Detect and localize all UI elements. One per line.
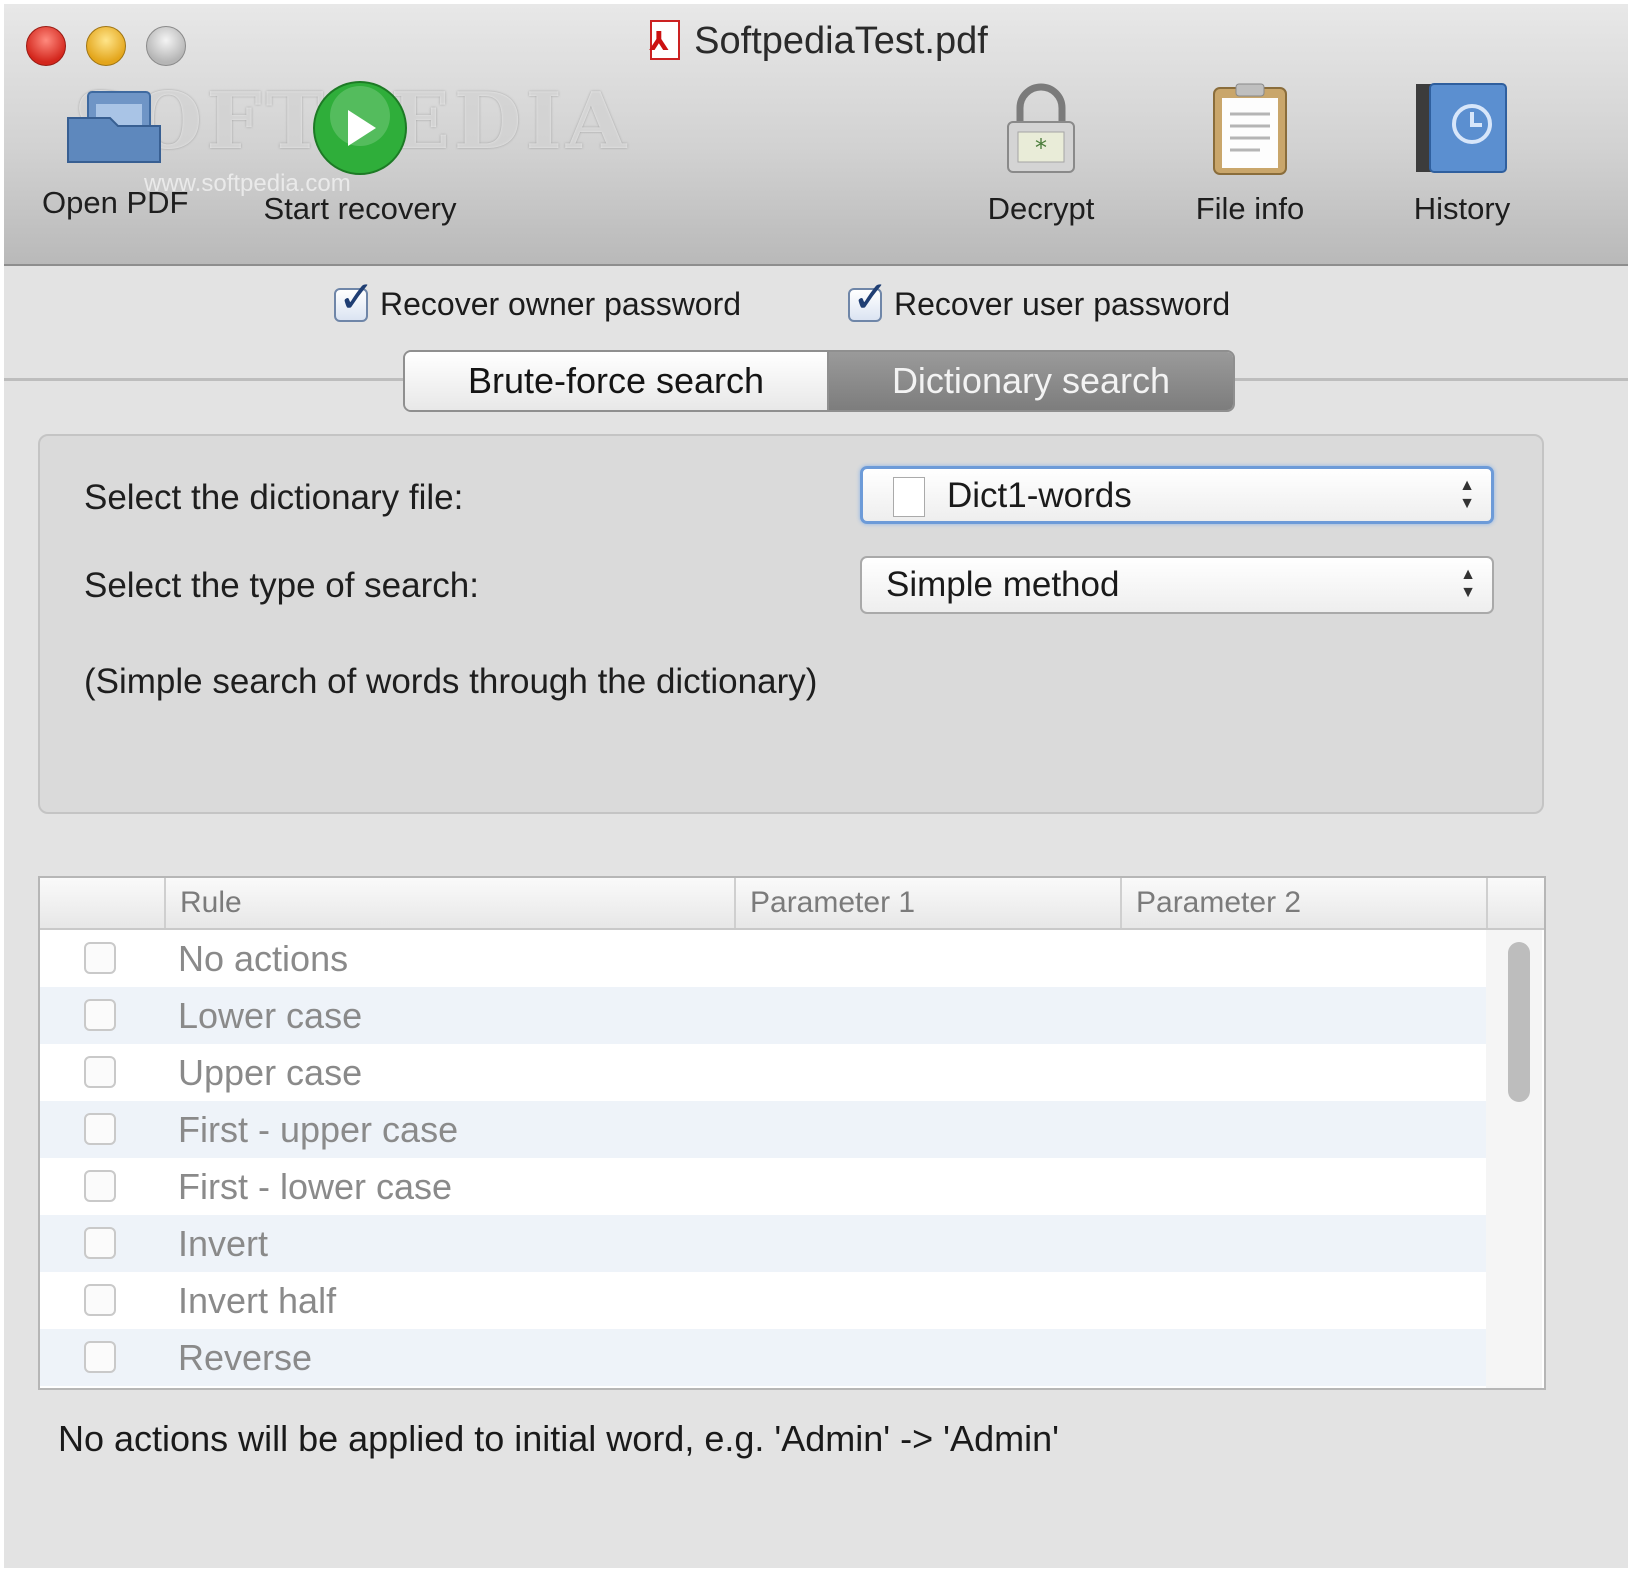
rule-checkbox[interactable] <box>84 1341 116 1373</box>
select-arrows-icon: ▲ ▼ <box>1460 566 1476 601</box>
dictionary-file-select[interactable]: Dict1-words ▲ ▼ <box>860 466 1494 524</box>
rule-checkbox[interactable] <box>84 1170 116 1202</box>
lock-icon: * <box>1007 83 1075 173</box>
search-type-value: Simple method <box>886 565 1120 604</box>
rule-label: Reverse <box>178 1337 313 1378</box>
history-label: History <box>1413 191 1511 226</box>
table-row[interactable]: First - lower case <box>40 1158 1486 1215</box>
rule-label: Invert <box>178 1223 269 1264</box>
rule-checkbox[interactable] <box>84 942 116 974</box>
window-title: SoftpediaTest.pdf <box>694 19 988 62</box>
document-icon <box>893 477 925 517</box>
pdf-file-icon: ⅄ <box>644 18 684 64</box>
start-recovery-button[interactable]: Start recovery <box>250 80 470 227</box>
rules-table: Rule Parameter 1 Parameter 2 No actions … <box>38 876 1546 1390</box>
column-header-rule[interactable]: Rule <box>164 878 734 928</box>
table-row[interactable]: Upper case <box>40 1044 1486 1101</box>
rule-checkbox[interactable] <box>84 999 116 1031</box>
recover-owner-label: Recover owner password <box>380 286 742 322</box>
rule-checkbox[interactable] <box>84 1113 116 1145</box>
rule-label: First - upper case <box>178 1109 459 1150</box>
history-button[interactable]: History <box>1400 80 1524 227</box>
rule-label: First - lower case <box>178 1166 453 1207</box>
search-type-select[interactable]: Simple method ▲ ▼ <box>860 556 1494 614</box>
app-window: ⅄ SoftpediaTest.pdf SOFTPEDIA www.softpe… <box>4 4 1628 1568</box>
table-header: Rule Parameter 1 Parameter 2 <box>40 878 1544 930</box>
file-info-label: File info <box>1195 191 1305 226</box>
file-info-button[interactable]: File info <box>1190 80 1310 227</box>
checkmark-icon: ✓ <box>852 272 889 322</box>
checkbox-checked: ✓ <box>848 275 889 322</box>
play-icon <box>313 81 407 175</box>
rule-checkbox[interactable] <box>84 1056 116 1088</box>
rule-checkbox[interactable] <box>84 1284 116 1316</box>
open-folder-icon <box>67 91 162 163</box>
select-arrows-icon: ▲ ▼ <box>1459 477 1475 512</box>
column-header-parameter-2[interactable]: Parameter 2 <box>1120 878 1486 928</box>
search-type-label: Select the type of search: <box>84 566 479 605</box>
table-row[interactable]: Invert half <box>40 1272 1486 1329</box>
rule-label: Upper case <box>178 1052 363 1093</box>
rule-hint-text: No actions will be applied to initial wo… <box>58 1418 1059 1459</box>
toolbar: ⅄ SoftpediaTest.pdf SOFTPEDIA www.softpe… <box>4 4 1628 266</box>
decrypt-button[interactable]: * Decrypt <box>976 80 1106 227</box>
open-pdf-button[interactable]: Open PDF <box>42 80 188 221</box>
dictionary-file-value: Dict1-words <box>947 476 1132 515</box>
rule-checkbox[interactable] <box>84 1227 116 1259</box>
table-row[interactable]: Invert <box>40 1215 1486 1272</box>
table-row[interactable]: Lower case <box>40 987 1486 1044</box>
tab-dictionary[interactable]: Dictionary search <box>829 352 1233 410</box>
table-row[interactable]: No actions <box>40 930 1486 987</box>
table-row[interactable]: First - upper case <box>40 1101 1486 1158</box>
dictionary-file-label: Select the dictionary file: <box>84 478 464 517</box>
dictionary-settings-panel: Select the dictionary file: Dict1-words … <box>38 434 1544 814</box>
history-book-icon <box>1416 83 1507 173</box>
column-header-corner <box>1486 878 1544 928</box>
rule-label: Invert half <box>178 1280 337 1321</box>
tab-brute-force[interactable]: Brute-force search <box>405 352 829 410</box>
recover-user-checkbox[interactable]: ✓ Recover user password <box>848 275 1231 323</box>
clipboard-icon <box>1213 83 1287 175</box>
rule-label: Lower case <box>178 995 363 1036</box>
rule-label: No actions <box>178 938 349 979</box>
column-header-parameter-1[interactable]: Parameter 1 <box>734 878 1120 928</box>
recover-owner-checkbox[interactable]: ✓ Recover owner password <box>334 275 742 323</box>
checkbox-checked: ✓ <box>334 275 375 322</box>
decrypt-label: Decrypt <box>987 191 1095 226</box>
table-scrollbar-thumb[interactable] <box>1508 942 1530 1102</box>
svg-text:*: * <box>1035 134 1047 162</box>
start-recovery-label: Start recovery <box>263 191 457 226</box>
recover-user-label: Recover user password <box>894 286 1231 322</box>
search-description: (Simple search of words through the dict… <box>84 662 818 701</box>
table-row[interactable]: Reverse <box>40 1329 1486 1386</box>
checkmark-icon: ✓ <box>338 272 375 322</box>
search-mode-tabs: Brute-force search Dictionary search <box>403 350 1235 412</box>
open-pdf-label: Open PDF <box>42 185 189 220</box>
